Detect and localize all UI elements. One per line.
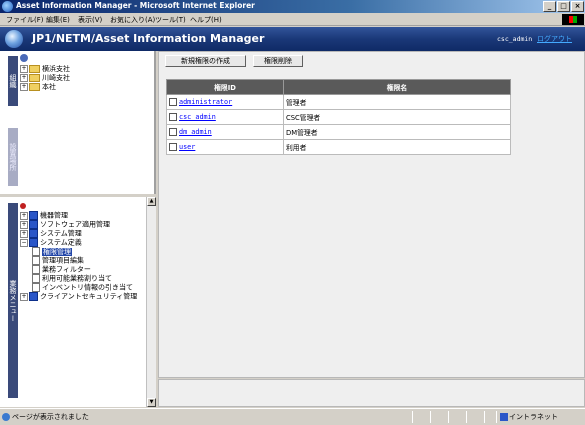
delete-permission-button[interactable]: 権限削除 [253,55,303,67]
page-icon [32,274,40,283]
user-name: csc_admin [497,35,533,43]
permission-name: DM管理者 [283,124,511,140]
org-tree-panel: + 横浜支社 + 川崎支社 + 本社 [0,51,156,194]
menu-file[interactable]: ファイル(F) [6,15,44,25]
permission-id-link[interactable]: user [179,143,195,151]
tab-business-menu[interactable]: 業務メニュー [8,203,18,398]
status-divider [466,411,467,423]
expand-icon[interactable]: + [20,65,28,73]
tree-item-assign[interactable]: 利用可能業務割り当て [20,274,137,283]
open-book-icon [29,238,38,247]
column-header-id[interactable]: 権限ID [166,79,284,95]
page-icon [32,256,40,265]
row-checkbox[interactable] [169,128,177,136]
tree-item-field-edit[interactable]: 管理項目編集 [20,256,137,265]
book-icon [29,229,38,238]
tree-item-system-admin[interactable]: + システム管理 [20,229,137,238]
menu-tools[interactable]: ツール(T) [155,15,186,25]
permission-name: 利用者 [283,139,511,155]
maximize-button[interactable]: □ [557,1,570,12]
status-divider [484,411,485,423]
lower-frame [158,379,585,407]
page-icon [32,283,40,292]
tree-root-icon [20,54,28,62]
menu-bar: ファイル(F) 編集(E) 表示(V) お気に入り(A) ツール(T) ヘルプ(… [0,13,585,26]
row-checkbox[interactable] [169,143,177,151]
expand-icon[interactable]: + [20,229,28,238]
tab-location[interactable]: 設置場所 [8,128,18,186]
expand-icon[interactable]: + [20,211,28,220]
app-title: JP1/NETM/Asset Information Manager [32,32,265,45]
tree-root-icon [20,203,26,209]
minimize-button[interactable]: _ [543,1,556,12]
permission-name: CSC管理者 [283,109,511,125]
folder-icon [29,65,40,73]
windows-logo-icon [562,14,584,25]
status-divider [496,411,497,423]
menu-view[interactable]: 表示(V) [78,15,102,25]
page-icon [32,247,40,256]
table-header-row: 権限ID 権限名 [166,79,511,95]
permission-id-link[interactable]: dm_admin [179,128,212,136]
status-text: ページが表示されました [12,413,89,421]
expand-icon[interactable]: + [20,292,28,301]
permission-id-link[interactable]: administrator [179,98,232,106]
page-status-icon [2,413,10,421]
book-icon [29,220,38,229]
tree-item-permission[interactable]: 権限管理 [20,247,137,256]
expand-icon[interactable]: + [20,74,28,82]
ie-icon [2,1,13,12]
tree-item-filter[interactable]: 業務フィルター [20,265,137,274]
app-header: JP1/NETM/Asset Information Manager csc_a… [0,27,585,51]
menu-favorites[interactable]: お気に入り(A) [110,15,155,25]
table-row: csc_admin CSC管理者 [166,109,511,125]
folder-icon [29,83,40,91]
table-row: dm_admin DM管理者 [166,124,511,140]
org-item[interactable]: + 本社 [20,82,56,92]
scroll-down-icon[interactable]: ▼ [147,398,156,407]
expand-icon[interactable]: + [20,83,28,91]
intranet-icon [500,413,508,421]
table-row: user 利用者 [166,139,511,155]
table-row: administrator 管理者 [166,94,511,110]
row-checkbox[interactable] [169,113,177,121]
column-header-name[interactable]: 権限名 [283,79,511,95]
tree-item-system-def[interactable]: − システム定義 [20,238,137,247]
tree-item-inventory[interactable]: インベントリ情報の引き当て [20,283,137,292]
page-icon [32,265,40,274]
window-title: Asset Information Manager - Microsoft In… [16,1,255,10]
permission-name: 管理者 [283,94,511,110]
book-icon [29,292,38,301]
create-permission-button[interactable]: 新規権限の作成 [165,55,246,67]
status-bar: ページが表示されました イントラネット [0,408,585,425]
tab-organization[interactable]: 組織 [8,56,18,106]
permission-table: 権限ID 権限名 administrator 管理者 csc_admin CSC… [166,79,511,155]
close-button[interactable]: × [571,1,584,12]
tree-item-software[interactable]: + ソフトウェア適用管理 [20,220,137,229]
folder-icon [29,74,40,82]
row-checkbox[interactable] [169,98,177,106]
scroll-up-icon[interactable]: ▲ [147,197,156,206]
globe-logo-icon [5,30,23,48]
collapse-icon[interactable]: − [20,238,28,247]
logout-link[interactable]: ログアウト [537,34,572,44]
permission-id-link[interactable]: csc_admin [179,113,216,121]
menu-tree-panel: + 機器管理 + ソフトウェア適用管理 + システム管理 − システム定義 権限管理 管… [0,197,156,407]
menu-tree-scrollbar[interactable]: ▲ ▼ [146,197,156,407]
expand-icon[interactable]: + [20,220,28,229]
status-divider [430,411,431,423]
book-icon [29,211,38,220]
status-divider [448,411,449,423]
menu-help[interactable]: ヘルプ(H) [190,15,222,25]
status-divider [412,411,413,423]
security-zone: イントラネット [509,413,558,421]
menu-tree: + 機器管理 + ソフトウェア適用管理 + システム管理 − システム定義 権限管理 管… [20,211,137,301]
menu-edit[interactable]: 編集(E) [46,15,70,25]
tree-item-equipment[interactable]: + 機器管理 [20,211,137,220]
title-bar: Asset Information Manager - Microsoft In… [0,0,585,13]
tree-item-client-security[interactable]: + クライアントセキュリティ管理 [20,292,137,301]
